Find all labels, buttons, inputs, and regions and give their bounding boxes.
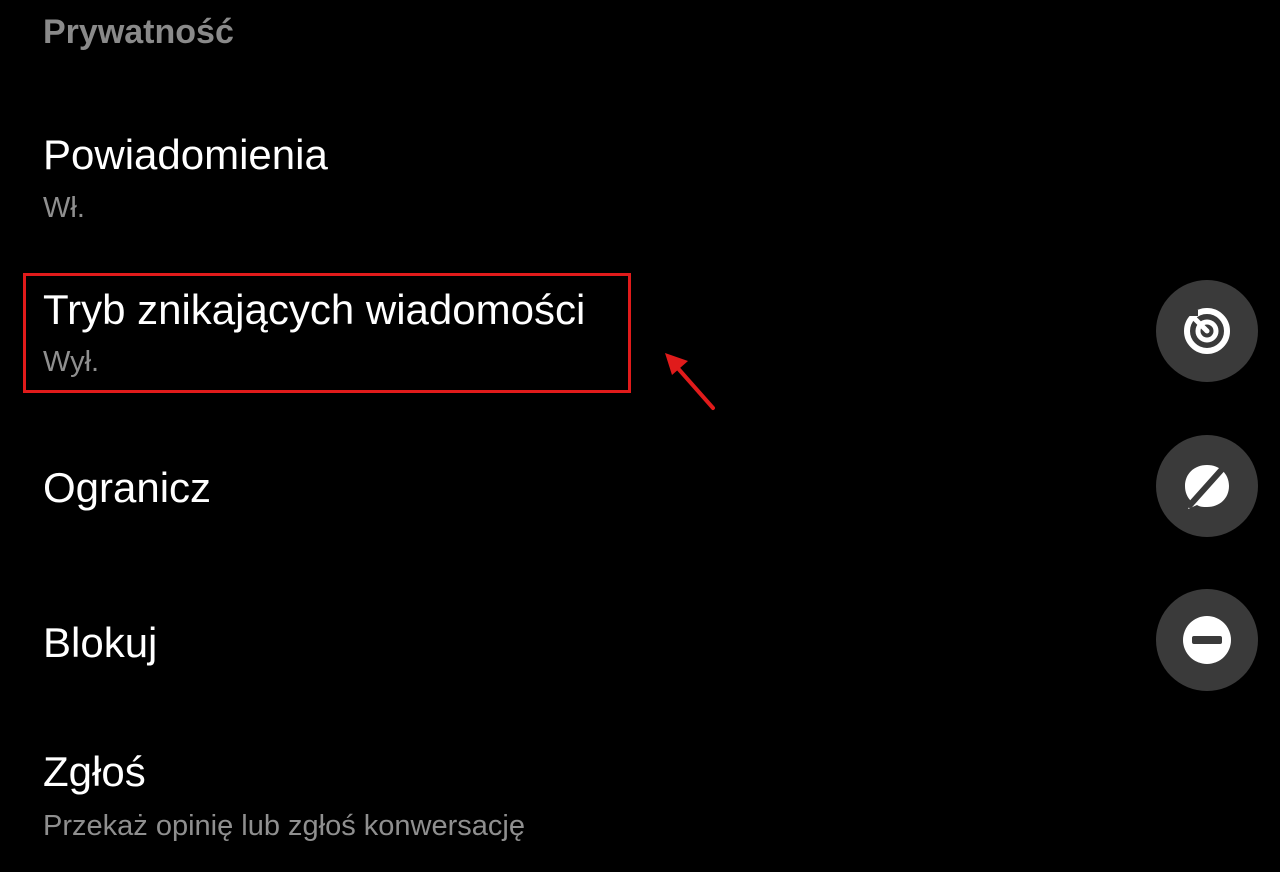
restrict-button[interactable]: [1156, 435, 1258, 537]
section-title: Prywatność: [43, 13, 234, 51]
settings-item-notifications[interactable]: Powiadomienia Wł.: [0, 125, 1140, 235]
settings-item-report[interactable]: Zgłoś Przekaż opinię lub zgłoś konwersac…: [0, 745, 1140, 855]
privacy-settings-screen: Prywatność Powiadomienia Wł. Tryb znikaj…: [0, 0, 1280, 872]
report-description: Przekaż opinię lub zgłoś konwersację: [43, 810, 525, 842]
notifications-status: Wł.: [43, 192, 85, 224]
annotation-arrow-icon: [665, 353, 715, 410]
timer-icon: [1184, 308, 1230, 354]
notifications-label: Powiadomienia: [43, 131, 328, 178]
block-label: Blokuj: [43, 619, 158, 666]
settings-item-restrict[interactable]: Ogranicz: [0, 455, 1140, 525]
annotation-highlight-box: [23, 273, 631, 393]
block-button[interactable]: [1156, 589, 1258, 691]
settings-item-block[interactable]: Blokuj: [0, 610, 1140, 680]
restrict-chat-icon: [1185, 464, 1229, 509]
block-icon: [1183, 616, 1231, 664]
restrict-label: Ogranicz: [43, 464, 212, 511]
report-label: Zgłoś: [43, 748, 146, 795]
disappearing-messages-button[interactable]: [1156, 280, 1258, 382]
